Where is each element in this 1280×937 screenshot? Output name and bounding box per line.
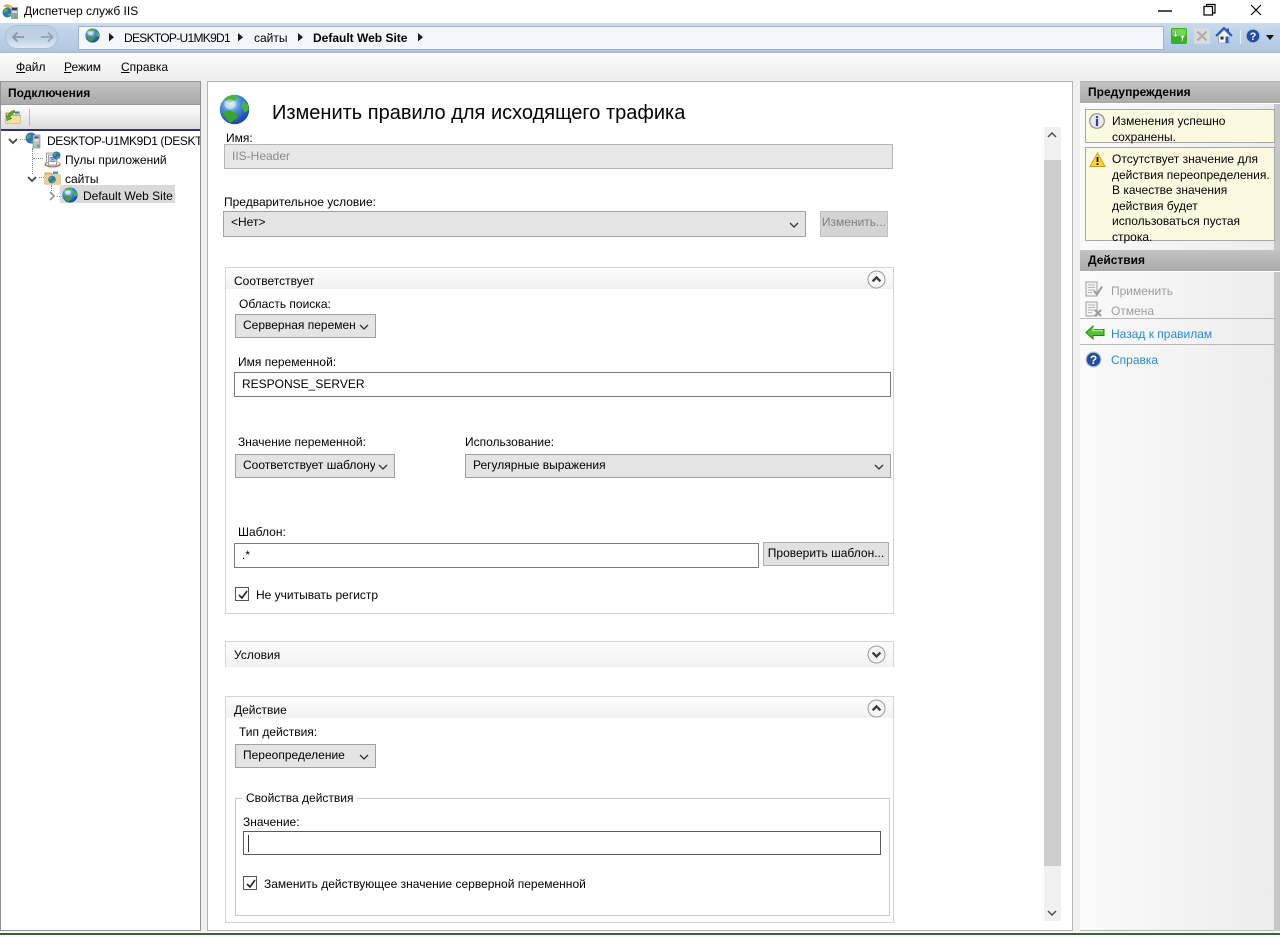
- svg-text:?: ?: [1090, 353, 1097, 367]
- svg-text:?: ?: [1250, 31, 1257, 43]
